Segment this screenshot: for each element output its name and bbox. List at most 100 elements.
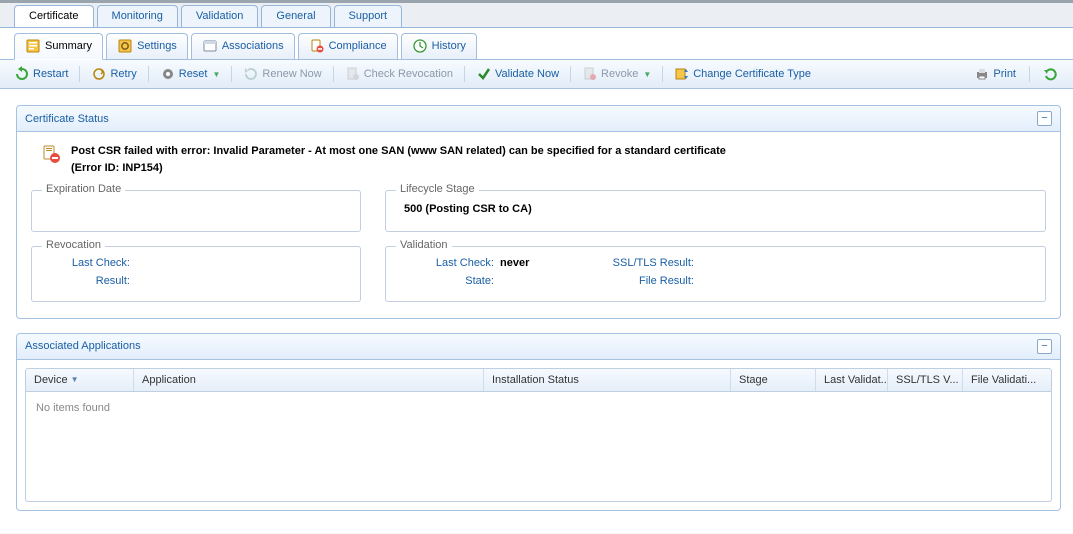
validation-file-value [700,275,780,287]
toolbar-separator [333,66,334,82]
subtab-settings[interactable]: Settings [106,33,188,59]
revocation-label: Revocation [42,239,105,251]
retry-icon [91,66,107,82]
validation-fieldset: Validation Last Check: never SSL/TLS Res… [385,246,1046,302]
change-type-label: Change Certificate Type [693,68,811,80]
sort-desc-icon: ▼ [71,375,79,384]
top-tabs: Certificate Monitoring Validation Genera… [0,3,1073,28]
validate-icon [476,66,492,82]
certificate-status-header: Certificate Status − [17,106,1060,132]
validate-label: Validate Now [495,68,559,80]
refresh-button[interactable] [1037,64,1065,84]
revocation-result-value [136,275,346,287]
subtab-associations-label: Associations [222,40,284,52]
associations-icon [202,38,218,54]
validation-ssl-label: SSL/TLS Result: [580,257,700,269]
validation-ssl-value [700,257,780,269]
subtab-history[interactable]: History [401,33,477,59]
lifecycle-value: 500 (Posting CSR to CA) [400,201,1031,217]
print-icon [974,66,990,82]
print-button[interactable]: Print [968,64,1022,84]
change-type-icon [674,66,690,82]
reset-button[interactable]: Reset ▼ [154,64,227,84]
error-id: (Error ID: INP154) [71,162,726,174]
col-file-valid[interactable]: File Validati... [963,369,1051,391]
subtab-compliance[interactable]: Compliance [298,33,398,59]
col-stage[interactable]: Stage [731,369,816,391]
subtab-settings-label: Settings [137,40,177,52]
revocation-result-label: Result: [46,275,136,287]
check-revocation-button[interactable]: Check Revocation [339,64,459,84]
error-icon [41,144,61,164]
col-application[interactable]: Application [134,369,484,391]
tab-certificate[interactable]: Certificate [14,5,94,27]
toolbar-separator [231,66,232,82]
toolbar-separator [464,66,465,82]
toolbar-separator [148,66,149,82]
associated-apps-title: Associated Applications [25,340,141,352]
tab-validation[interactable]: Validation [181,5,259,27]
toolbar-separator [570,66,571,82]
sub-tabs: Summary Settings Associations Compliance… [0,28,1073,60]
col-device[interactable]: Device ▼ [26,369,134,391]
chevron-down-icon: ▼ [643,70,651,79]
lifecycle-fieldset: Lifecycle Stage 500 (Posting CSR to CA) [385,190,1046,232]
collapse-button[interactable]: − [1037,339,1052,354]
tab-support[interactable]: Support [334,5,403,27]
validation-file-label: File Result: [580,275,700,287]
revocation-fieldset: Revocation Last Check: Result: [31,246,361,302]
refresh-icon [1043,66,1059,82]
compliance-icon [309,38,325,54]
validation-lastcheck-value: never [500,257,580,269]
col-device-label: Device [34,374,68,386]
associated-apps-panel: Associated Applications − Device ▼ Appli… [16,333,1061,511]
change-cert-type-button[interactable]: Change Certificate Type [668,64,817,84]
validation-state-value [500,275,580,287]
apps-empty-message: No items found [36,402,110,414]
expiration-value [46,201,346,215]
retry-button[interactable]: Retry [85,64,142,84]
settings-icon [117,38,133,54]
validation-label: Validation [396,239,452,251]
tab-general[interactable]: General [261,5,330,27]
toolbar-separator [662,66,663,82]
col-last-validated[interactable]: Last Validat... [816,369,888,391]
validation-lastcheck-label: Last Check: [400,257,500,269]
renew-label: Renew Now [262,68,321,80]
summary-icon [25,38,41,54]
toolbar: Restart Retry Reset ▼ Renew Now Check Re… [0,60,1073,89]
renew-icon [243,66,259,82]
restart-label: Restart [33,68,68,80]
col-ssl[interactable]: SSL/TLS V... [888,369,963,391]
apps-grid-body: No items found [25,392,1052,502]
revocation-lastcheck-label: Last Check: [46,257,136,269]
reset-icon [160,66,176,82]
revoke-button[interactable]: Revoke ▼ [576,64,657,84]
chevron-down-icon: ▼ [213,70,221,79]
error-message: Post CSR failed with error: Invalid Para… [71,144,726,160]
subtab-summary[interactable]: Summary [14,33,103,60]
apps-grid-header: Device ▼ Application Installation Status… [25,368,1052,392]
revocation-lastcheck-value [136,257,346,269]
expiration-fieldset: Expiration Date [31,190,361,232]
col-install-status[interactable]: Installation Status [484,369,731,391]
validate-now-button[interactable]: Validate Now [470,64,565,84]
check-revocation-label: Check Revocation [364,68,453,80]
print-label: Print [993,68,1016,80]
revoke-label: Revoke [601,68,638,80]
retry-label: Retry [110,68,136,80]
restart-button[interactable]: Restart [8,64,74,84]
reset-label: Reset [179,68,208,80]
subtab-compliance-label: Compliance [329,40,387,52]
certificate-status-title: Certificate Status [25,113,109,125]
expiration-label: Expiration Date [42,183,125,195]
collapse-button[interactable]: − [1037,111,1052,126]
validation-state-label: State: [400,275,500,287]
check-revocation-icon [345,66,361,82]
toolbar-separator [79,66,80,82]
renew-now-button[interactable]: Renew Now [237,64,327,84]
associated-apps-header: Associated Applications − [17,334,1060,360]
tab-monitoring[interactable]: Monitoring [97,5,178,27]
subtab-associations[interactable]: Associations [191,33,295,59]
restart-icon [14,66,30,82]
